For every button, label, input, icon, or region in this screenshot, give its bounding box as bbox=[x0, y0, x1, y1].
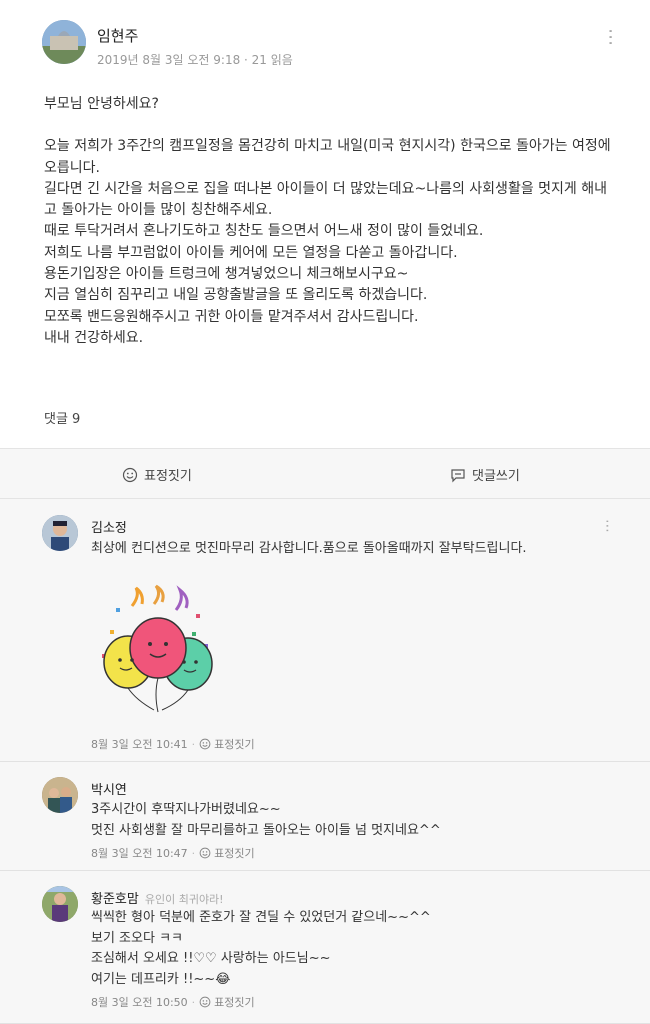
smile-icon bbox=[199, 996, 211, 1008]
write-comment-button[interactable]: 댓글쓰기 bbox=[450, 465, 520, 484]
comment-time: 8월 3일 오전 10:50 bbox=[91, 996, 188, 1009]
comment-item: 황준호맘 유인이 최귀야라! 씩씩한 형아 덕분에 준호가 잘 견딜 수 있었던거… bbox=[0, 872, 650, 1024]
author-name[interactable]: 임현주 bbox=[97, 25, 138, 46]
comment-react-button[interactable]: 표정짓기 bbox=[199, 736, 255, 752]
commenter-name-text: 김소정 bbox=[91, 521, 127, 536]
comment-line: 멋진 사회생활 잘 마무리를하고 돌아오는 아이들 넘 멋지네요^^ bbox=[91, 822, 441, 838]
comment-react-button[interactable]: 표정짓기 bbox=[199, 845, 255, 861]
commenter-avatar[interactable] bbox=[42, 777, 78, 813]
comment-meta: 8월 3일 오전 10:47 · 표정짓기 bbox=[91, 845, 255, 861]
post-meta: 2019년 8월 3일 오전 9:18 · 21 읽음 bbox=[97, 53, 293, 67]
more-vertical-icon[interactable]: ⋯ bbox=[599, 519, 615, 533]
post-line: 용돈기입장은 아이들 트렁크에 챙겨넣었으니 체크해보시구요~ bbox=[44, 266, 409, 283]
comment-react-button[interactable]: 표정짓기 bbox=[199, 994, 255, 1010]
comment-line: 최상에 컨디션으로 멋진마무리 감사합니다.품으로 돌아올때까지 잘부탁드립니다… bbox=[91, 541, 527, 556]
comment-meta: 8월 3일 오전 10:41 · 표정짓기 bbox=[91, 736, 255, 752]
post-line: 모쪼록 밴드응원해주시고 귀한 아이들 맡겨주셔서 감사드립니다. bbox=[44, 308, 419, 325]
commenter-name[interactable]: 김소정 bbox=[91, 517, 127, 536]
action-bar: 표정짓기 댓글쓰기 bbox=[0, 448, 650, 499]
commenter-avatar[interactable] bbox=[42, 886, 78, 922]
commenter-name-text: 박시연 bbox=[91, 783, 127, 798]
comment-line: 여기는 데프리카 !!~~😂 bbox=[91, 971, 231, 987]
comment-react-label: 표정짓기 bbox=[214, 996, 255, 1009]
commenter-name-text: 황준호맘 bbox=[91, 892, 139, 907]
react-button[interactable]: 표정짓기 bbox=[122, 465, 192, 484]
comment-line: 조심해서 오세요 !!♡♡ 사랑하는 아드님~~ bbox=[91, 951, 331, 966]
react-button-label: 표정짓기 bbox=[144, 469, 192, 484]
comment-icon bbox=[451, 468, 465, 482]
post-line: 지금 열심히 짐꾸리고 내일 공항출발글을 또 올리도록 하겠습니다. bbox=[44, 287, 428, 304]
post-line: 내내 건강하세요. bbox=[44, 329, 144, 346]
post-header: 임현주 2019년 8월 3일 오전 9:18 · 21 읽음 ⋯ bbox=[0, 0, 650, 84]
comment-item: 김소정 ⋯ 최상에 컨디션으로 멋진마무리 감사합니다.품으로 돌아올때까지 잘… bbox=[0, 499, 650, 762]
smile-icon bbox=[199, 847, 211, 859]
smile-icon bbox=[122, 467, 138, 482]
comment-text: 최상에 컨디션으로 멋진마무리 감사합니다.품으로 돌아올때까지 잘부탁드립니다… bbox=[91, 539, 591, 560]
post-body: 부모님 안녕하세요? 오늘 저희가 3주간의 캠프일정을 몸건강히 마치고 내일… bbox=[44, 94, 619, 349]
comment-time: 8월 3일 오전 10:47 bbox=[91, 847, 188, 860]
smile-icon bbox=[199, 738, 211, 750]
comment-react-label: 표정짓기 bbox=[214, 847, 255, 860]
post-line: 저희도 나름 부끄럼없이 아이들 케어에 모든 열정을 다쏟고 돌아갑니다. bbox=[44, 244, 458, 261]
comment-text: 씩씩한 형아 덕분에 준호가 잘 견딜 수 있었던거 같으네~~^^ 보기 조오… bbox=[91, 908, 591, 990]
comment-react-label: 표정짓기 bbox=[214, 738, 255, 751]
author-avatar[interactable] bbox=[42, 20, 86, 64]
comment-list: 김소정 ⋯ 최상에 컨디션으로 멋진마무리 감사합니다.품으로 돌아올때까지 잘… bbox=[0, 499, 650, 1024]
comment-meta: 8월 3일 오전 10:50 · 표정짓기 bbox=[91, 994, 255, 1010]
commenter-tag: 유인이 최귀야라! bbox=[144, 893, 224, 906]
comment-item: 박시연 3주시간이 후딱지나가버렸네요~~ 멋진 사회생활 잘 마무리를하고 돌… bbox=[0, 763, 650, 871]
balloon-sticker bbox=[96, 584, 220, 714]
commenter-name[interactable]: 황준호맘 유인이 최귀야라! bbox=[91, 888, 224, 907]
post-line: 때로 투닥거려서 혼나기도하고 칭찬도 들으면서 어느새 정이 많이 들었네요. bbox=[44, 223, 484, 240]
post-greeting: 부모님 안녕하세요? bbox=[44, 96, 159, 112]
post-line: 길다면 긴 시간을 처음으로 집을 떠나본 아이들이 더 많았는데요~나름의 사… bbox=[44, 180, 608, 219]
comment-time: 8월 3일 오전 10:41 bbox=[91, 738, 188, 751]
comment-count[interactable]: 댓글 9 bbox=[44, 408, 80, 427]
post-line: 오늘 저희가 3주간의 캠프일정을 몸건강히 마치고 내일(미국 현지시각) 한… bbox=[44, 138, 611, 176]
comment-line: 보기 조오다 ㅋㅋ bbox=[91, 930, 183, 946]
commenter-name[interactable]: 박시연 bbox=[91, 779, 127, 798]
commenter-avatar[interactable] bbox=[42, 515, 78, 551]
write-comment-label: 댓글쓰기 bbox=[472, 469, 520, 484]
comment-line: 3주시간이 후딱지나가버렸네요~~ bbox=[91, 802, 281, 817]
more-vertical-icon[interactable]: ⋯ bbox=[600, 28, 621, 46]
comment-line: 씩씩한 형아 덕분에 준호가 잘 견딜 수 있었던거 같으네~~^^ bbox=[91, 910, 431, 925]
comment-text: 3주시간이 후딱지나가버렸네요~~ 멋진 사회생활 잘 마무리를하고 돌아오는 … bbox=[91, 800, 591, 841]
